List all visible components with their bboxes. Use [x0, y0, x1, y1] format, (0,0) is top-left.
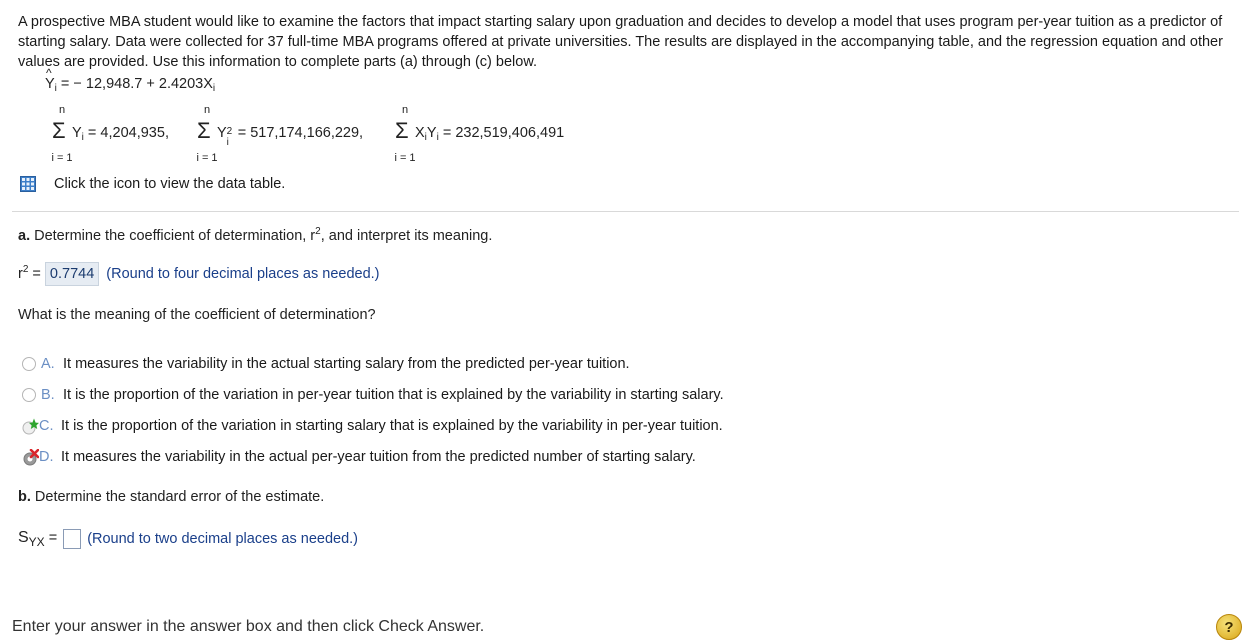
part-a-question: a. Determine the coefficient of determin… — [18, 226, 493, 244]
help-button[interactable]: ? — [1216, 614, 1242, 640]
section-divider — [12, 211, 1239, 212]
sigma-icon: Σ — [52, 118, 66, 143]
option-a[interactable]: A. It measures the variability in the ac… — [22, 354, 630, 374]
summation-values: n Σ Yi = 4,204,935, i = 1 n Σ Y2i = 517,… — [51, 104, 565, 164]
regression-equation: ^ Yi = − 12,948.7 + 2.4203Xi — [45, 66, 216, 94]
y-hat-symbol: ^ Y — [45, 66, 55, 92]
part-b-question: b. Determine the standard error of the e… — [18, 489, 325, 505]
syx-label: SYX = — [18, 529, 58, 550]
instruction-footer: Enter your answer in the answer box and … — [12, 618, 485, 635]
option-b[interactable]: B. It is the proportion of the variation… — [22, 385, 724, 405]
rounding-hint: (Round to four decimal places as needed.… — [106, 266, 380, 282]
data-table-icon[interactable] — [20, 176, 36, 192]
radio-button[interactable] — [22, 357, 36, 371]
syx-answer-input[interactable] — [63, 529, 82, 550]
sigma-icon: Σ — [197, 118, 211, 143]
syx-answer-row: SYX = (Round to two decimal places as ne… — [18, 529, 358, 549]
r-squared-answer-box[interactable]: 0.7744 — [44, 262, 100, 286]
option-d[interactable]: D. It measures the variability in the ac… — [22, 447, 696, 467]
r-squared-label: r2 = — [18, 264, 41, 282]
radio-button[interactable] — [22, 388, 36, 402]
meaning-question: What is the meaning of the coefficient o… — [18, 307, 376, 323]
r-squared-answer-row: r2 = 0.7744 (Round to four decimal place… — [18, 262, 380, 286]
option-c[interactable]: C. It is the proportion of the variation… — [22, 416, 723, 436]
data-table-label[interactable]: Click the icon to view the data table. — [54, 176, 285, 192]
sigma-icon: Σ — [395, 118, 409, 143]
problem-statement: A prospective MBA student would like to … — [18, 14, 1223, 70]
view-data-table-link[interactable]: Click the icon to view the data table. — [20, 175, 285, 193]
rounding-hint: (Round to two decimal places as needed.) — [87, 531, 359, 548]
incorrect-x-icon — [23, 448, 39, 465]
correct-star-icon — [22, 418, 39, 434]
